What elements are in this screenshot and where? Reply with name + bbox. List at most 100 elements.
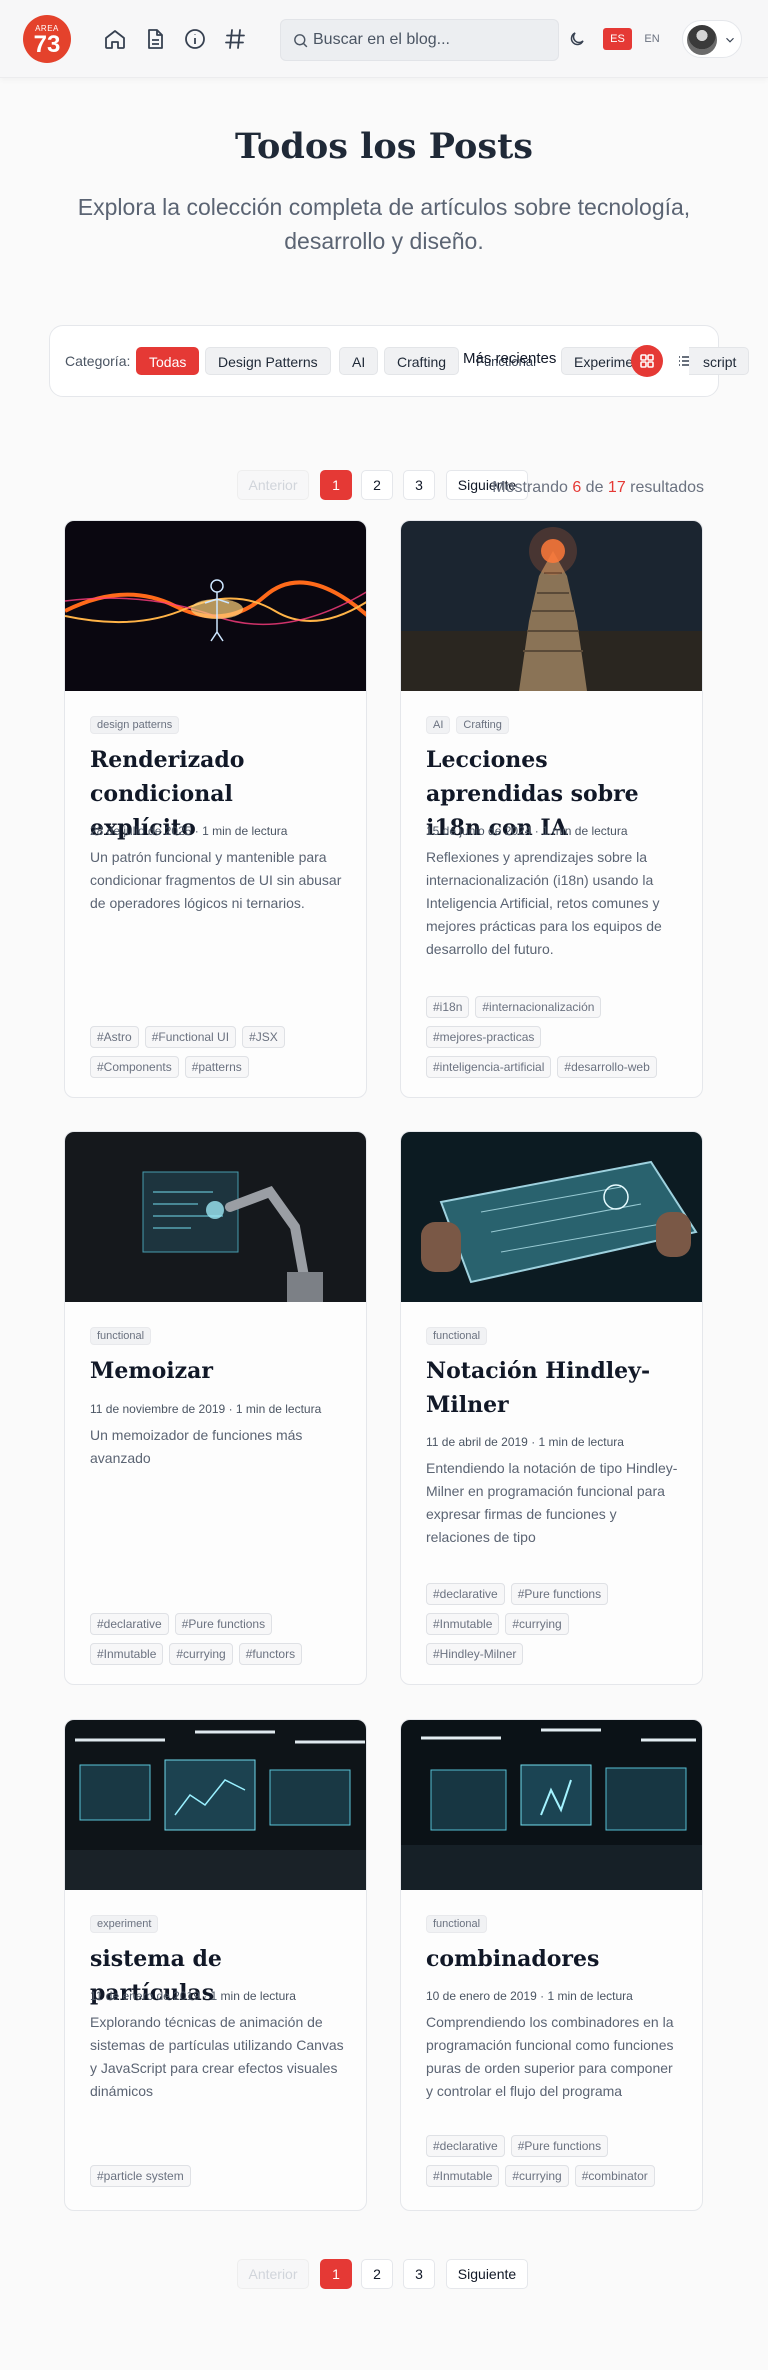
post-hashtags: #i18n #internacionalización #mejores-pract… <box>426 996 686 1086</box>
post-title[interactable]: Memoizar <box>90 1354 345 1388</box>
hashtag-chip[interactable]: #Inmutable <box>426 1613 500 1635</box>
hashtag-chip[interactable]: #Components <box>90 1056 179 1078</box>
hashtag-chip[interactable]: #currying <box>505 2165 569 2187</box>
hashtag-chip[interactable]: #inteligencia-artificial <box>426 1056 552 1078</box>
post-title[interactable]: Notación Hindley-Milner <box>426 1354 681 1422</box>
results-count: Mostrando 6 de 17 resultados <box>490 479 704 497</box>
moon-icon[interactable] <box>568 30 586 48</box>
post-meta: 11 de noviembre de 2019 · 1 min de lectu… <box>90 1402 345 1416</box>
hashtag-chip[interactable]: #functors <box>238 1643 303 1665</box>
grid-view-button[interactable] <box>631 345 663 377</box>
post-card[interactable]: design patterns Renderizado condicional … <box>64 520 367 1098</box>
post-cover-image <box>401 521 702 691</box>
post-read-time: · 1 min de lectura <box>534 824 628 838</box>
category-chip-crafting[interactable]: Crafting <box>384 347 460 375</box>
hashtag-chip[interactable]: #JSX <box>242 1026 285 1048</box>
post-cover-image <box>65 1720 366 1890</box>
category-chip-design-patterns[interactable]: Design Patterns <box>205 347 331 375</box>
prev-page-button[interactable]: Anterior <box>237 2259 309 2289</box>
post-tag[interactable]: experiment <box>90 1915 159 1933</box>
post-tags: AI Crafting <box>426 715 681 734</box>
info-icon[interactable] <box>183 27 207 51</box>
post-card[interactable]: AI Crafting Lecciones aprendidas sobre i1… <box>400 520 703 1098</box>
post-tag[interactable]: design patterns <box>90 716 180 734</box>
post-read-time: · 1 min de lectura <box>531 1435 624 1449</box>
search-box[interactable] <box>280 19 559 61</box>
post-cover-image <box>401 1720 702 1890</box>
user-menu[interactable] <box>682 20 742 58</box>
post-card[interactable]: functional Notación Hindley-Milner 11 de… <box>400 1131 703 1685</box>
post-date: 11 de enero de 2019 <box>90 1989 200 2003</box>
category-chip-overflow[interactable]: script <box>689 347 750 375</box>
hashtag-chip[interactable]: #declarative <box>426 2135 505 2157</box>
post-card[interactable]: functional Memoizar 11 de noviembre de 2… <box>64 1131 367 1685</box>
post-cover-image <box>65 521 366 691</box>
hashtag-chip[interactable]: #currying <box>505 1613 569 1635</box>
page-3-button[interactable]: 3 <box>403 2259 435 2289</box>
post-hashtags: #declarative #Pure functions #Inmutable #cu… <box>426 1583 686 1673</box>
post-title[interactable]: combinadores <box>426 1942 681 1976</box>
hashtag-chip[interactable]: #Pure functions <box>510 2135 609 2157</box>
results-of: de <box>585 479 604 496</box>
search-input[interactable] <box>313 28 553 52</box>
filter-bar: Categoría: Todas Design Patterns AI Craf… <box>49 325 750 397</box>
page-3-button[interactable]: 3 <box>403 470 435 500</box>
page-1-button[interactable]: 1 <box>320 470 352 500</box>
hashtag-chip[interactable]: #Inmutable <box>426 2165 500 2187</box>
page-2-button[interactable]: 2 <box>361 2259 393 2289</box>
hashtag-chip[interactable]: #currying <box>169 1643 233 1665</box>
hashtag-chip[interactable]: #mejores-practicas <box>426 1026 542 1048</box>
post-description: Reflexiones y aprendizajes sobre la inte… <box>426 849 662 957</box>
hashtag-chip[interactable]: #Pure functions <box>510 1583 609 1605</box>
category-chip-todas[interactable]: Todas <box>136 347 200 375</box>
chevron-down-icon <box>726 37 734 43</box>
hashtag-chip[interactable]: #particle system <box>90 2165 191 2187</box>
post-meta: 28 de julio de 2025 · 1 min de lectura <box>90 824 345 838</box>
post-read-time: · 1 min de lectura <box>540 1989 633 2003</box>
post-meta: 10 de enero de 2019 · 1 min de lectura <box>426 1989 681 2003</box>
hashtag-chip[interactable]: #patterns <box>184 1056 249 1078</box>
post-tag[interactable]: functional <box>426 1327 488 1345</box>
post-tag[interactable]: functional <box>426 1915 488 1933</box>
lang-es-button[interactable]: ES <box>603 28 632 50</box>
post-tags: functional <box>426 1914 681 1933</box>
prev-page-button[interactable]: Anterior <box>237 470 309 500</box>
post-card[interactable]: experiment sistema de partículas 11 de e… <box>64 1719 367 2211</box>
post-cover-image <box>65 1132 366 1302</box>
hashtag-chip[interactable]: #Hindley-Milner <box>426 1643 524 1665</box>
document-icon[interactable] <box>143 27 167 51</box>
post-tag[interactable]: functional <box>90 1327 152 1345</box>
results-prefix: Mostrando <box>492 479 568 496</box>
post-card[interactable]: functional combinadores 10 de enero de 2… <box>400 1719 703 2211</box>
hashtag-chip[interactable]: #desarrollo-web <box>557 1056 657 1078</box>
post-description: Un memoizador de funciones más avanzado <box>90 1427 303 1466</box>
hashtag-chip[interactable]: #Pure functions <box>174 1613 273 1635</box>
page-2-button[interactable]: 2 <box>361 470 393 500</box>
home-icon[interactable] <box>103 27 127 51</box>
page-1-button[interactable]: 1 <box>320 2259 352 2289</box>
hashtag-chip[interactable]: #declarative <box>426 1583 505 1605</box>
post-description: Un patrón funcional y mantenible para co… <box>90 849 342 911</box>
post-description: Explorando técnicas de animación de sist… <box>90 2014 344 2099</box>
site-logo[interactable]: AREA 73 <box>23 15 71 63</box>
sort-select[interactable]: Más recientes <box>463 350 556 367</box>
hashtag-chip[interactable]: #i18n <box>426 996 470 1018</box>
post-meta: 11 de enero de 2019 · 1 min de lectura <box>90 1989 345 2003</box>
hashtag-chip[interactable]: #Astro <box>90 1026 139 1048</box>
post-tag[interactable]: Crafting <box>456 716 509 734</box>
site-header: AREA 73 ES EN <box>0 0 768 78</box>
category-chip-ai[interactable]: AI <box>339 347 379 375</box>
hashtag-chip[interactable]: #Inmutable <box>90 1643 164 1665</box>
hashtag-chip[interactable]: #Functional UI <box>144 1026 237 1048</box>
hashtag-chip[interactable]: #declarative <box>90 1613 169 1635</box>
post-read-time: · 1 min de lectura <box>228 1402 322 1416</box>
hashtag-icon[interactable] <box>223 27 247 51</box>
hashtag-chip[interactable]: #internacionalización <box>475 996 602 1018</box>
post-hashtags: #particle system <box>90 2165 350 2195</box>
lang-en-button[interactable]: EN <box>636 28 668 50</box>
hashtag-chip[interactable]: #combinator <box>574 2165 655 2187</box>
post-hashtags: #Astro #Functional UI #JSX #Components #patt… <box>90 1026 350 1086</box>
post-tag[interactable]: AI <box>426 716 451 734</box>
page-title: Todos los Posts <box>235 126 533 167</box>
next-page-button[interactable]: Siguiente <box>446 2259 528 2289</box>
